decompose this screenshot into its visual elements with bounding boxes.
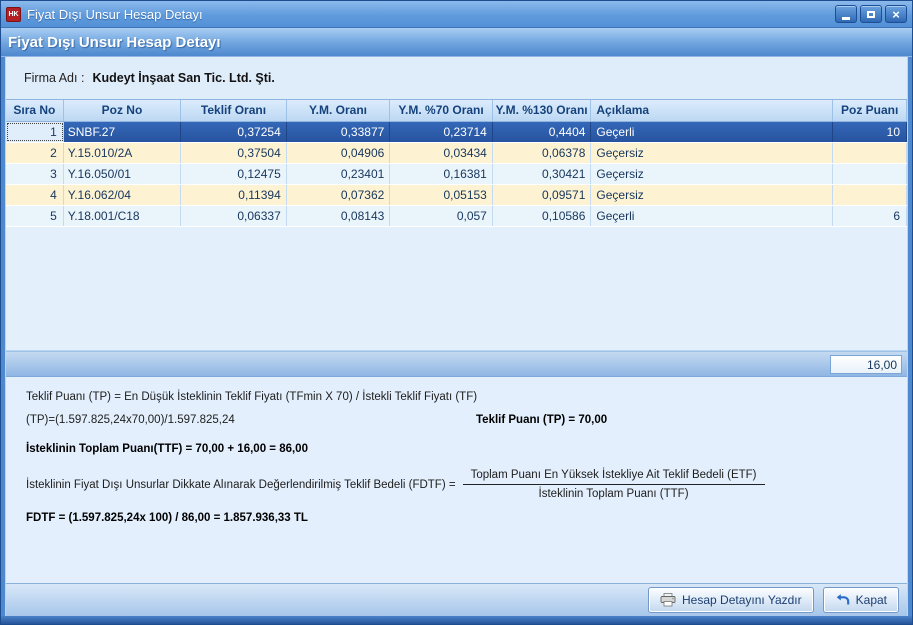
cell: Geçersiz [591,143,833,163]
firm-row: Firma Adı : Kudeyt İnşaat San Tic. Ltd. … [6,57,907,99]
window-title: Fiyat Dışı Unsur Hesap Detayı [27,7,835,22]
column-header-1[interactable]: Poz No [64,100,181,121]
cell: 0,05153 [390,185,493,205]
print-detail-label: Hesap Detayını Yazdır [682,593,802,607]
maximize-icon [867,11,875,18]
table-row[interactable]: 1SNBF.270,372540,338770,237140,4404Geçer… [6,122,907,143]
ttf-line: İsteklinin Toplam Puanı(TTF) = 70,00 + 1… [26,443,907,455]
dialog-content: Firma Adı : Kudeyt İnşaat San Tic. Ltd. … [5,57,908,616]
cell: 1 [6,122,64,142]
cell: 0,06378 [493,143,592,163]
cell: 0,12475 [181,164,287,184]
cell: 3 [6,164,64,184]
fdtf-denominator: İsteklinin Toplam Puanı (TTF) [463,485,765,500]
fdtf-numerator: Toplam Puanı En Yüksek İstekliye Ait Tek… [463,469,765,485]
title-bar: HK Fiyat Dışı Unsur Hesap Detayı × [1,1,912,28]
minimize-icon [842,17,850,20]
fdtf-fraction: Toplam Puanı En Yüksek İstekliye Ait Tek… [463,469,765,500]
minimize-button[interactable] [835,5,857,23]
firm-label: Firma Adı : [24,71,84,85]
cell: Geçersiz [591,185,833,205]
tp-formula-line: Teklif Puanı (TP) = En Düşük İsteklinin … [26,391,907,403]
cell: 0,4404 [493,122,592,142]
cell: Y.18.001/C18 [64,206,181,226]
cell: 6 [833,206,907,226]
cell: Geçersiz [591,164,833,184]
close-dialog-label: Kapat [856,593,887,607]
cell: 0,33877 [287,122,391,142]
firm-name: Kudeyt İnşaat San Tic. Ltd. Şti. [92,71,274,85]
close-icon: × [892,8,900,21]
cell: 0,08143 [287,206,391,226]
print-detail-button[interactable]: Hesap Detayını Yazdır [648,587,814,613]
column-header-2[interactable]: Teklif Oranı [181,100,287,121]
cell: Geçerli [591,122,833,142]
total-band: 16,00 [6,351,907,377]
window-bottom-frame [1,616,912,624]
cell: 0,16381 [390,164,493,184]
grid-empty-area [6,227,907,351]
grid-header: Sıra NoPoz NoTeklif OranıY.M. OranıY.M. … [6,99,907,122]
fdtf-formula-line: İsteklinin Fiyat Dışı Unsurlar Dikkate A… [26,469,907,500]
total-poz-puani: 16,00 [830,355,902,374]
cell: 0,06337 [181,206,287,226]
tp-result: Teklif Puanı (TP) = 70,00 [476,414,607,426]
column-header-0[interactable]: Sıra No [6,100,64,121]
cell: 10 [833,122,907,142]
cell: 0,09571 [493,185,592,205]
close-dialog-button[interactable]: Kapat [823,587,899,613]
maximize-button[interactable] [860,5,882,23]
cell: 0,10586 [493,206,592,226]
cell: 0,23714 [390,122,493,142]
cell: 4 [6,185,64,205]
grid-body: 1SNBF.270,372540,338770,237140,4404Geçer… [6,122,907,227]
cell [833,185,907,205]
cell: 0,03434 [390,143,493,163]
cell: Y.16.062/04 [64,185,181,205]
close-button[interactable]: × [885,5,907,23]
cell: Y.16.050/01 [64,164,181,184]
cell [833,164,907,184]
cell: SNBF.27 [64,122,181,142]
fdtf-result-line: FDTF = (1.597.825,24x 100) / 86,00 = 1.8… [26,512,907,524]
dialog-window: HK Fiyat Dışı Unsur Hesap Detayı × Fiyat… [0,0,913,625]
cell: 0,30421 [493,164,592,184]
table-row[interactable]: 5Y.18.001/C180,063370,081430,0570,10586G… [6,206,907,227]
cell: Y.15.010/2A [64,143,181,163]
table-row[interactable]: 4Y.16.062/040,113940,073620,051530,09571… [6,185,907,206]
cell: 2 [6,143,64,163]
cell: 0,11394 [181,185,287,205]
page-title: Fiyat Dışı Unsur Hesap Detayı [1,28,912,57]
cell [833,143,907,163]
column-header-6[interactable]: Açıklama [591,100,833,121]
window-controls: × [835,5,907,23]
table-row[interactable]: 3Y.16.050/010,124750,234010,163810,30421… [6,164,907,185]
tp-calc-line: (TP)=(1.597.825,24x70,00)/1.597.825,24 T… [26,414,907,426]
tp-calc: (TP)=(1.597.825,24x70,00)/1.597.825,24 [26,414,235,426]
formula-panel: Teklif Puanı (TP) = En Düşük İsteklinin … [6,377,907,583]
column-header-4[interactable]: Y.M. %70 Oranı [390,100,493,121]
cell: 0,37254 [181,122,287,142]
cell: 0,057 [390,206,493,226]
cell: 0,23401 [287,164,391,184]
cell: 0,37504 [181,143,287,163]
app-icon: HK [6,7,21,22]
column-header-7[interactable]: Poz Puanı [833,100,907,121]
column-header-5[interactable]: Y.M. %130 Oranı [493,100,592,121]
fdtf-label: İsteklinin Fiyat Dışı Unsurlar Dikkate A… [26,479,456,491]
cell: 0,04906 [287,143,391,163]
button-bar: Hesap Detayını Yazdır Kapat [6,583,907,616]
cell: 0,07362 [287,185,391,205]
undo-arrow-icon [835,593,850,607]
cell: Geçerli [591,206,833,226]
table-row[interactable]: 2Y.15.010/2A0,375040,049060,034340,06378… [6,143,907,164]
column-header-3[interactable]: Y.M. Oranı [287,100,391,121]
cell: 5 [6,206,64,226]
printer-icon [660,593,676,607]
